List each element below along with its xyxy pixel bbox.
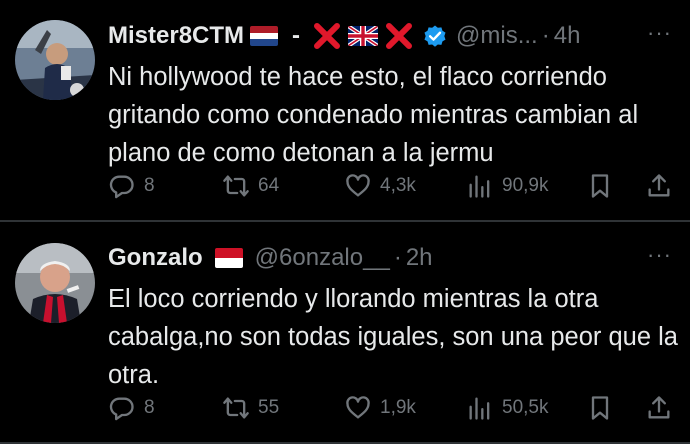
more-options-icon[interactable]: ···: [647, 20, 672, 46]
bookmark-button[interactable]: [586, 168, 614, 204]
view-count: 50,5k: [502, 397, 549, 418]
cross-mark-icon: [314, 23, 341, 49]
timestamp[interactable]: 4h: [554, 22, 581, 50]
like-button[interactable]: 4,3k: [344, 168, 416, 204]
timestamp[interactable]: 2h: [406, 244, 433, 272]
bookmark-icon: [591, 174, 609, 198]
reply-button[interactable]: 8: [108, 168, 155, 204]
tweet-header: Gonzalo @6onzalo__ · 2h ···: [108, 242, 678, 274]
name-separator: -: [292, 22, 301, 49]
display-name[interactable]: Gonzalo: [108, 244, 203, 272]
retweet-icon: [223, 397, 249, 419]
share-button[interactable]: [645, 390, 673, 426]
views-chart-icon: [469, 397, 490, 420]
tweet-actions: 8 55 1,9k 50,5k: [108, 390, 678, 426]
handle[interactable]: @6onzalo__: [255, 244, 390, 272]
retweet-icon: [223, 175, 249, 197]
reply-icon: [109, 397, 134, 421]
view-count: 90,9k: [502, 175, 549, 196]
share-icon: [648, 396, 670, 419]
retweet-button[interactable]: 55: [222, 390, 279, 426]
tweet-text: Ni hollywood te hace esto, el flaco corr…: [108, 63, 639, 167]
cross-mark-icon: [386, 23, 413, 49]
retweet-button[interactable]: 64: [222, 168, 279, 204]
verified-badge-icon: [424, 25, 446, 47]
avatar-image: [15, 20, 95, 100]
like-count: 4,3k: [380, 175, 416, 196]
reply-icon: [109, 175, 134, 199]
reply-button[interactable]: 8: [108, 390, 155, 426]
avatar-mister8ctm[interactable]: [15, 20, 95, 100]
display-name[interactable]: Mister8CTM: [108, 22, 244, 50]
indonesia-flag-icon: [214, 248, 243, 268]
retweet-count: 55: [258, 397, 280, 418]
bookmark-icon: [591, 396, 609, 420]
netherlands-flag-icon: [250, 26, 279, 46]
uk-flag-icon: [348, 26, 379, 46]
bookmark-button[interactable]: [586, 390, 614, 426]
retweet-count: 64: [258, 175, 280, 196]
separator-dot: ·: [393, 244, 402, 271]
views-button[interactable]: 90,9k: [466, 168, 548, 204]
views-chart-icon: [469, 175, 490, 198]
tweet-header: Mister8CTM - @mis... · 4h ···: [108, 20, 678, 52]
tweet-2[interactable]: Gonzalo @6onzalo__ · 2h ··· El loco corr…: [0, 222, 690, 442]
like-count: 1,9k: [380, 397, 416, 418]
tweet-actions: 8 64 4,3k 90,9k: [108, 168, 678, 204]
share-icon: [648, 174, 670, 197]
tweet-text: El loco corriendo y llorando mientras la…: [108, 285, 678, 389]
tweet-1[interactable]: Mister8CTM - @mis... · 4h ··· Ni hollywo…: [0, 0, 690, 220]
like-button[interactable]: 1,9k: [344, 390, 416, 426]
avatar-gonzalo[interactable]: [15, 243, 95, 323]
avatar-image: [15, 243, 95, 323]
heart-icon: [346, 396, 370, 419]
reply-count: 8: [144, 397, 155, 418]
separator-dot: ·: [541, 22, 550, 49]
reply-count: 8: [144, 175, 155, 196]
views-button[interactable]: 50,5k: [466, 390, 548, 426]
more-options-icon[interactable]: ···: [647, 242, 672, 268]
handle[interactable]: @mis...: [456, 22, 538, 50]
heart-icon: [346, 174, 370, 197]
share-button[interactable]: [645, 168, 673, 204]
